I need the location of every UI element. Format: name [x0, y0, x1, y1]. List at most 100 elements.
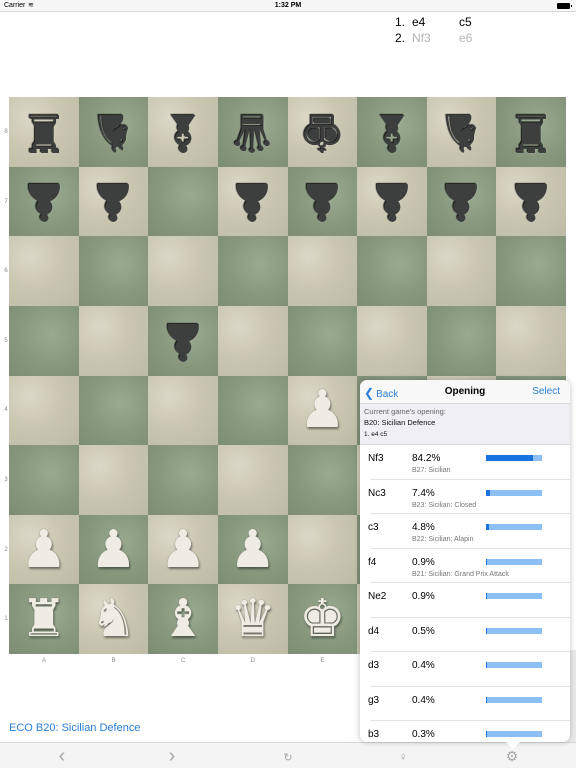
- white-pawn-icon[interactable]: ♟: [21, 524, 68, 576]
- square-g6[interactable]: [426, 236, 497, 306]
- square-b1[interactable]: ♞: [78, 584, 149, 654]
- black-pawn-icon[interactable]: ♟: [160, 311, 207, 371]
- white-move[interactable]: e4: [412, 15, 425, 29]
- square-e6[interactable]: [287, 236, 358, 306]
- opening-move-row[interactable]: d3 0.4%: [368, 652, 570, 687]
- black-queen-icon[interactable]: ♛: [229, 102, 276, 162]
- square-e5[interactable]: [287, 305, 358, 376]
- next-move-button[interactable]: ›: [162, 746, 182, 766]
- square-d3[interactable]: [217, 445, 288, 515]
- square-b8[interactable]: ♞: [78, 97, 149, 167]
- white-bishop-icon[interactable]: ♝: [160, 593, 207, 645]
- black-move[interactable]: c5: [459, 15, 472, 29]
- select-button[interactable]: Select: [532, 386, 560, 397]
- white-pawn-icon[interactable]: ♟: [299, 384, 346, 436]
- square-d6[interactable]: [217, 236, 288, 306]
- square-c8[interactable]: ♝: [148, 97, 218, 167]
- square-e4[interactable]: ♟: [287, 375, 358, 446]
- square-a4[interactable]: [9, 375, 79, 446]
- black-knight-icon[interactable]: ♞: [438, 102, 485, 162]
- black-pawn-icon[interactable]: ♟: [21, 171, 68, 231]
- black-pawn-icon[interactable]: ♟: [508, 171, 555, 231]
- square-e1[interactable]: ♚: [287, 584, 358, 654]
- square-e2[interactable]: [287, 514, 358, 585]
- black-bishop-icon[interactable]: ♝: [369, 102, 416, 162]
- square-h8[interactable]: ♜: [496, 97, 566, 167]
- square-b3[interactable]: [78, 445, 149, 515]
- white-queen-icon[interactable]: ♛: [229, 593, 276, 645]
- square-c3[interactable]: [148, 445, 218, 515]
- square-e8[interactable]: ♚: [287, 97, 358, 167]
- eco-opening-label[interactable]: ECO B20: Sicilian Defence: [9, 722, 140, 734]
- settings-button[interactable]: ⚙: [502, 747, 522, 765]
- white-knight-icon[interactable]: ♞: [90, 593, 137, 645]
- square-b4[interactable]: [78, 375, 149, 446]
- square-d8[interactable]: ♛: [217, 97, 288, 167]
- square-a2[interactable]: ♟: [9, 514, 79, 585]
- square-h6[interactable]: [496, 236, 566, 306]
- square-c7[interactable]: [148, 166, 218, 237]
- square-b7[interactable]: ♟: [78, 166, 149, 237]
- white-king-icon[interactable]: ♚: [299, 593, 346, 645]
- opening-move-list[interactable]: Nf3 84.2% B27: Sicilian Nc3 7.4% B23: Sicilia…: [360, 445, 570, 742]
- previous-move-button[interactable]: ‹: [52, 746, 72, 766]
- black-pawn-icon[interactable]: ♟: [90, 171, 137, 231]
- square-b2[interactable]: ♟: [78, 514, 149, 585]
- white-pawn-icon[interactable]: ♟: [160, 524, 207, 576]
- black-bishop-icon[interactable]: ♝: [160, 102, 207, 162]
- black-pawn-icon[interactable]: ♟: [229, 171, 276, 231]
- square-f6[interactable]: [357, 236, 427, 306]
- hint-button[interactable]: ♀: [393, 747, 413, 765]
- square-c4[interactable]: [148, 375, 218, 446]
- square-f8[interactable]: ♝: [357, 97, 427, 167]
- black-knight-icon[interactable]: ♞: [90, 102, 137, 162]
- white-pawn-icon[interactable]: ♟: [90, 524, 137, 576]
- square-d4[interactable]: [217, 375, 288, 446]
- opening-move-row[interactable]: d4 0.5%: [368, 618, 570, 652]
- square-d5[interactable]: [217, 305, 288, 376]
- square-a3[interactable]: [9, 445, 79, 515]
- opening-move-row[interactable]: f4 0.9% B21: Sicilian: Grand Prix Attack: [368, 549, 570, 583]
- white-rook-icon[interactable]: ♜: [21, 593, 68, 645]
- takeback-button[interactable]: ↻: [278, 747, 298, 765]
- square-h7[interactable]: ♟: [496, 166, 566, 237]
- square-a7[interactable]: ♟: [9, 166, 79, 237]
- square-f5[interactable]: [357, 305, 427, 376]
- square-b5[interactable]: [78, 305, 149, 376]
- opening-move-row[interactable]: g3 0.4%: [368, 687, 570, 721]
- square-c6[interactable]: [148, 236, 218, 306]
- square-g7[interactable]: ♟: [426, 166, 497, 237]
- opening-move-row[interactable]: Nc3 7.4% B23: Sicilian: Closed: [368, 480, 570, 514]
- square-d7[interactable]: ♟: [217, 166, 288, 237]
- black-pawn-icon[interactable]: ♟: [438, 171, 485, 231]
- black-king-icon[interactable]: ♚: [299, 102, 346, 162]
- black-rook-icon[interactable]: ♜: [21, 102, 68, 162]
- square-e7[interactable]: ♟: [287, 166, 358, 237]
- opening-move-row[interactable]: Nf3 84.2% B27: Sicilian: [368, 445, 570, 480]
- white-move[interactable]: Nf3: [412, 31, 431, 45]
- square-f7[interactable]: ♟: [357, 166, 427, 237]
- square-d2[interactable]: ♟: [217, 514, 288, 585]
- square-c5[interactable]: ♟: [148, 305, 218, 376]
- opening-move-row[interactable]: c3 4.8% B22: Sicilian: Alapin: [368, 514, 570, 549]
- white-pawn-icon[interactable]: ♟: [229, 524, 276, 576]
- square-e3[interactable]: [287, 445, 358, 515]
- square-a5[interactable]: [9, 305, 79, 376]
- square-g8[interactable]: ♞: [426, 97, 497, 167]
- square-a1[interactable]: ♜: [9, 584, 79, 654]
- opening-move-row[interactable]: b3 0.3%: [368, 721, 570, 742]
- square-b6[interactable]: [78, 236, 149, 306]
- opening-move-row[interactable]: Ne2 0.9%: [368, 583, 570, 618]
- square-a8[interactable]: ♜: [9, 97, 79, 167]
- square-c1[interactable]: ♝: [148, 584, 218, 654]
- square-c2[interactable]: ♟: [148, 514, 218, 585]
- black-pawn-icon[interactable]: ♟: [299, 171, 346, 231]
- square-h5[interactable]: [496, 305, 566, 376]
- square-g5[interactable]: [426, 305, 497, 376]
- bottom-toolbar: ‹ › ↻ ♀ ⚙: [0, 742, 576, 768]
- black-pawn-icon[interactable]: ♟: [369, 171, 416, 231]
- black-rook-icon[interactable]: ♜: [508, 102, 555, 162]
- black-move[interactable]: e6: [459, 31, 472, 45]
- square-d1[interactable]: ♛: [217, 584, 288, 654]
- square-a6[interactable]: [9, 236, 79, 306]
